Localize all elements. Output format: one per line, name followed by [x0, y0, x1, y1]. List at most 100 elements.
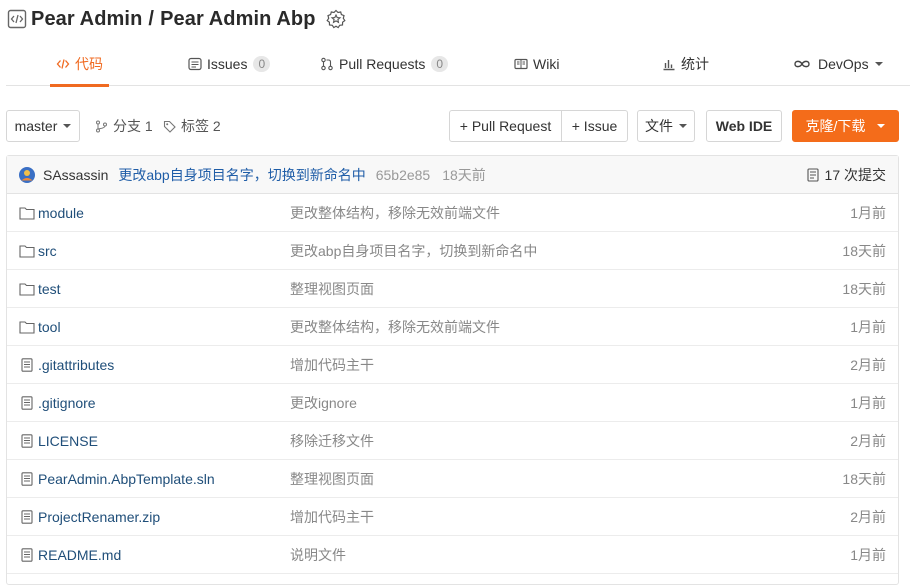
- file-row: LICENSE 移除迁移文件 2月前: [7, 422, 898, 460]
- folder-icon: [19, 320, 35, 334]
- file-name-link[interactable]: LICENSE: [38, 422, 98, 460]
- file-row: ProjectRenamer.zip 增加代码主干 2月前: [7, 498, 898, 536]
- file-name-link[interactable]: src: [38, 232, 57, 270]
- file-commit-time: 18天前: [842, 471, 886, 487]
- clone-download-label: 克隆/下载: [805, 118, 866, 134]
- file-commit-time: 2月前: [850, 357, 886, 373]
- repo-name-link[interactable]: Pear Admin Abp: [160, 8, 316, 30]
- tab-stats-label: 统计: [681, 56, 709, 72]
- file-menu-button[interactable]: 文件: [637, 110, 695, 142]
- file-commit-message-link[interactable]: 增加代码主干: [290, 346, 374, 384]
- infinity-icon: [792, 57, 812, 71]
- repo-header: Pear Admin / Pear Admin Abp: [0, 0, 910, 38]
- file-name-link[interactable]: module: [38, 194, 84, 232]
- commit-count-link[interactable]: 17 次提交: [806, 156, 886, 194]
- tab-stats[interactable]: 统计: [662, 42, 709, 86]
- web-ide-button[interactable]: Web IDE: [706, 110, 782, 142]
- commit-count-label: 17 次提交: [824, 167, 886, 183]
- file-row: tool 更改整体结构，移除无效前端文件 1月前: [7, 308, 898, 346]
- file-row: module 更改整体结构，移除无效前端文件 1月前: [7, 194, 898, 232]
- pull-request-icon: [320, 57, 334, 71]
- file-commit-time: 18天前: [842, 281, 886, 297]
- tags-link[interactable]: 标签 2: [163, 110, 221, 142]
- issues-count-badge: 0: [253, 56, 271, 72]
- file-row: README.md 说明文件 1月前: [7, 536, 898, 574]
- file-row: PearAdmin.AbpTemplate.sln 整理视图页面 18天前: [7, 460, 898, 498]
- chevron-down-icon: [877, 124, 886, 128]
- file-commit-message-link[interactable]: 整理视图页面: [290, 460, 374, 498]
- repo-tabs: 代码 Issues 0 Pull Requests 0 Wiki 统计 DevO…: [6, 42, 910, 87]
- chevron-down-icon: [63, 124, 72, 128]
- new-issue-button[interactable]: + Issue: [561, 110, 628, 142]
- branches-label: 分支 1: [113, 118, 153, 134]
- tab-wiki[interactable]: Wiki: [514, 42, 559, 86]
- file-commit-message-link[interactable]: 说明文件: [290, 536, 346, 574]
- tab-code[interactable]: 代码: [50, 42, 109, 87]
- repo-owner-link[interactable]: Pear Admin: [31, 8, 142, 30]
- stats-icon: [662, 57, 676, 71]
- file-browser: SAssassin 更改abp自身项目名字，切换到新命名中 65b2e85 18…: [6, 155, 899, 585]
- file-icon: [19, 472, 35, 486]
- file-commit-time: 1月前: [850, 547, 886, 563]
- wiki-icon: [514, 57, 528, 71]
- file-commit-message-link[interactable]: 增加代码主干: [290, 498, 374, 536]
- file-commit-message-link[interactable]: 整理视图页面: [290, 270, 374, 308]
- tab-issues[interactable]: Issues 0: [188, 42, 271, 86]
- file-commit-message-link[interactable]: 更改abp自身项目名字，切换到新命名中: [290, 232, 537, 270]
- file-icon: [19, 548, 35, 562]
- tab-devops-label: DevOps: [818, 56, 869, 72]
- file-icon: [19, 396, 35, 410]
- repo-separator: /: [148, 7, 155, 30]
- file-commit-time: 2月前: [850, 433, 886, 449]
- tab-issues-label: Issues: [207, 56, 248, 72]
- file-name-link[interactable]: ProjectRenamer.zip: [38, 498, 160, 536]
- file-name-link[interactable]: tool: [38, 308, 61, 346]
- branch-select[interactable]: master: [6, 110, 80, 142]
- file-name-link[interactable]: PearAdmin.AbpTemplate.sln: [38, 460, 215, 498]
- file-commit-time: 18天前: [842, 243, 886, 259]
- file-icon: [19, 434, 35, 448]
- file-name-link[interactable]: README.md: [38, 536, 121, 574]
- branch-select-label: master: [14, 118, 58, 134]
- branch-icon: [95, 120, 108, 133]
- file-commit-message-link[interactable]: 移除迁移文件: [290, 422, 374, 460]
- chevron-down-icon: [874, 62, 883, 66]
- file-name-link[interactable]: .gitattributes: [38, 346, 114, 384]
- new-pull-request-button[interactable]: + Pull Request: [449, 110, 562, 142]
- commit-author-link[interactable]: SAssassin: [43, 167, 108, 183]
- tab-pull-requests[interactable]: Pull Requests 0: [320, 42, 449, 86]
- file-commit-message-link[interactable]: 更改ignore: [290, 384, 357, 422]
- commit-message-link[interactable]: 更改abp自身项目名字，切换到新命名中: [118, 165, 365, 185]
- repo-code-icon: [7, 9, 27, 29]
- clone-download-button[interactable]: 克隆/下载: [792, 110, 899, 142]
- pull-requests-count-badge: 0: [431, 56, 449, 72]
- file-commit-time: 1月前: [850, 205, 886, 221]
- file-icon: [19, 358, 35, 372]
- repo-toolbar: master 分支 1 标签 2 + Pull Request + Issue …: [6, 110, 899, 142]
- file-commit-message-link[interactable]: 更改整体结构，移除无效前端文件: [290, 308, 500, 346]
- file-commit-time: 1月前: [850, 319, 886, 335]
- recommended-badge-icon[interactable]: [325, 9, 346, 29]
- commit-hash-link[interactable]: 65b2e85: [376, 167, 431, 183]
- file-commit-message-link[interactable]: 更改整体结构，移除无效前端文件: [290, 194, 500, 232]
- tab-code-label: 代码: [75, 56, 103, 72]
- file-row: src 更改abp自身项目名字，切换到新命名中 18天前: [7, 232, 898, 270]
- file-name-link[interactable]: .gitignore: [38, 384, 96, 422]
- folder-icon: [19, 206, 35, 220]
- avatar[interactable]: [19, 166, 35, 183]
- file-list: module 更改整体结构，移除无效前端文件 1月前 src 更改abp自身项目名字，切…: [7, 194, 898, 574]
- issues-icon: [188, 57, 202, 71]
- branches-link[interactable]: 分支 1: [95, 110, 153, 142]
- commit-time: 18天前: [442, 166, 486, 183]
- tab-wiki-label: Wiki: [533, 56, 560, 72]
- chevron-down-icon: [679, 124, 687, 128]
- file-commit-time: 1月前: [850, 395, 886, 411]
- folder-icon: [19, 244, 35, 258]
- file-menu-label: 文件: [645, 118, 673, 134]
- file-row: .gitattributes 增加代码主干 2月前: [7, 346, 898, 384]
- file-name-link[interactable]: test: [38, 270, 61, 308]
- latest-commit-bar: SAssassin 更改abp自身项目名字，切换到新命名中 65b2e85 18…: [7, 156, 898, 194]
- repo-title: Pear Admin / Pear Admin Abp: [31, 8, 316, 31]
- tab-devops[interactable]: DevOps: [792, 42, 883, 86]
- file-row: .gitignore 更改ignore 1月前: [7, 384, 898, 422]
